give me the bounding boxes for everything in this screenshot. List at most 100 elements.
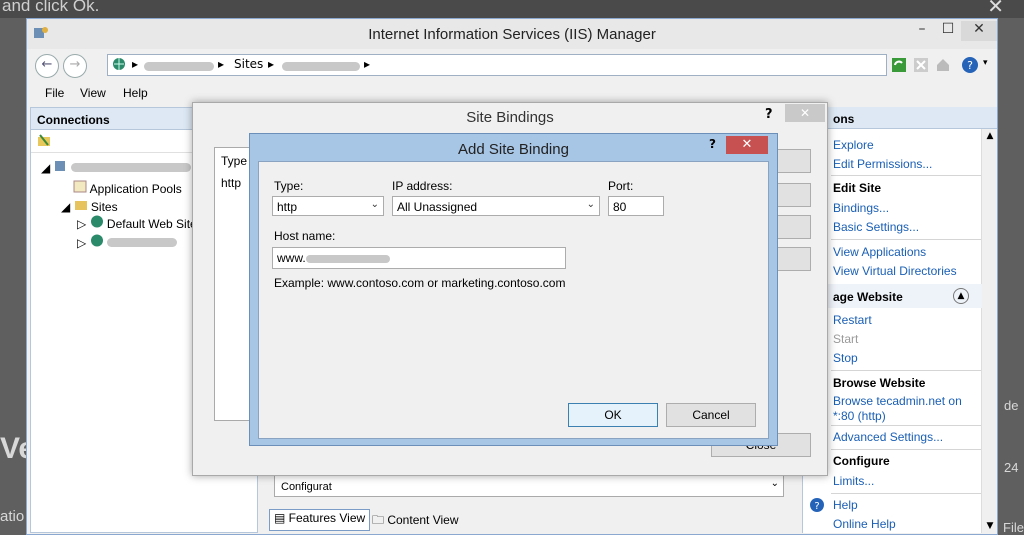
help-dropdown-chevron-icon[interactable]: ▾	[983, 58, 988, 68]
svg-text:?: ?	[967, 59, 973, 72]
ip-address-select[interactable]: All Unassigned ⌄	[392, 196, 600, 216]
section-configure: Configure	[833, 454, 890, 468]
actions-divider	[831, 175, 981, 176]
actions-divider	[831, 370, 981, 371]
bindings-col-type: Type	[221, 154, 248, 168]
minimize-button[interactable]: –	[909, 21, 935, 41]
port-label: Port:	[608, 179, 634, 193]
help-icon[interactable]: ?	[961, 56, 979, 74]
window-title: Internet Information Services (IIS) Mana…	[368, 26, 656, 43]
actions-pane: ons ▲ ▼ Explore Edit Permissions... Edit…	[802, 107, 997, 533]
action-browse-site-line2[interactable]: *:80 (http)	[833, 409, 886, 423]
view-tabs: ▤ Features View 🗀 Content View	[267, 507, 527, 531]
actions-divider	[831, 425, 981, 426]
backdrop-close-icon[interactable]: ✕	[987, 0, 1004, 18]
bindings-row-type[interactable]: http	[221, 176, 241, 190]
action-view-virtual-directories[interactable]: View Virtual Directories	[833, 264, 957, 278]
action-help[interactable]: Help	[833, 498, 858, 512]
address-arrow-2: ▸	[218, 57, 225, 71]
add-binding-body: Type: http ⌄ IP address: All Unassigned …	[258, 161, 769, 439]
collapse-chevron-icon[interactable]: ▲	[953, 288, 969, 304]
refresh-icon[interactable]	[891, 57, 907, 73]
globe-icon	[113, 58, 125, 70]
action-advanced-settings[interactable]: Advanced Settings...	[833, 430, 943, 444]
backdrop-text-fragment: atio	[0, 508, 25, 525]
folder-icon	[74, 201, 87, 210]
window-titlebar: Internet Information Services (IIS) Mana…	[27, 19, 997, 49]
section-manage-website: age Website	[833, 290, 903, 304]
help-icon: ?	[810, 498, 824, 512]
backdrop-text-fragment-file: File	[1003, 520, 1024, 535]
home-icon[interactable]	[935, 57, 951, 73]
menu-help[interactable]: Help	[123, 86, 148, 100]
menu-view[interactable]: View	[80, 86, 106, 100]
backdrop-text-fragment-24: 24	[1004, 460, 1019, 475]
svg-text:?: ?	[814, 501, 819, 512]
address-bar[interactable]: ▸ ▸ Sites ▸ ▸	[107, 54, 887, 76]
tab-features-view[interactable]: ▤ Features View	[269, 509, 371, 531]
maximize-button[interactable]: ☐	[935, 21, 961, 41]
host-name-label: Host name:	[274, 229, 336, 243]
action-online-help[interactable]: Online Help	[833, 517, 896, 531]
action-bindings[interactable]: Bindings...	[833, 201, 889, 215]
tab-content-view[interactable]: 🗀 Content View	[367, 509, 464, 531]
address-arrow-3: ▸	[268, 57, 275, 71]
host-example-text: Example: www.contoso.com or marketing.co…	[274, 276, 566, 290]
globe-icon	[90, 234, 103, 247]
cancel-button[interactable]: Cancel	[666, 403, 756, 427]
close-button[interactable]: ✕	[961, 21, 997, 41]
ip-address-label: IP address:	[392, 179, 453, 193]
app-pool-icon	[73, 180, 87, 193]
backdrop-instruction-text: and click Ok.	[2, 0, 100, 15]
type-select[interactable]: http ⌄	[272, 196, 384, 216]
actions-divider	[831, 449, 981, 450]
address-segment-sites[interactable]: Sites	[234, 57, 263, 71]
address-arrow-1: ▸	[132, 57, 139, 71]
section-edit-site: Edit Site	[833, 181, 882, 195]
tree-redacted-site[interactable]: ▷	[77, 234, 177, 250]
address-toolbar: ← → ▸ ▸ Sites ▸ ▸ ? ▾	[27, 49, 997, 81]
ok-button[interactable]: OK	[568, 403, 658, 427]
action-limits[interactable]: Limits...	[833, 474, 874, 488]
tree-default-site[interactable]: ▷ Default Web Site	[77, 215, 197, 231]
action-view-applications[interactable]: View Applications	[833, 245, 926, 259]
configuration-combo[interactable]: Configurat ⌄	[274, 475, 784, 497]
server-icon	[54, 161, 65, 171]
tree-sites[interactable]: ◢ Sites	[61, 198, 118, 214]
host-name-input[interactable]: www.	[272, 247, 566, 269]
site-bindings-help-button[interactable]: ?	[765, 107, 773, 122]
add-binding-title: Add Site Binding	[458, 141, 569, 158]
section-browse-website: Browse Website	[833, 376, 926, 390]
forward-button[interactable]: →	[63, 54, 87, 78]
add-site-binding-dialog: Add Site Binding ? ✕ Type: http ⌄ IP add…	[249, 133, 778, 446]
port-input[interactable]: 80	[608, 196, 664, 216]
action-explore[interactable]: Explore	[833, 138, 874, 152]
scroll-down-icon[interactable]: ▼	[982, 521, 997, 531]
actions-title: ons	[803, 107, 997, 129]
stop-icon[interactable]	[913, 57, 929, 73]
backdrop-text-fragment-de: de	[1004, 398, 1019, 413]
tree-server-node[interactable]: ◢	[41, 160, 191, 175]
address-server-redacted	[144, 60, 214, 74]
menu-file[interactable]: File	[45, 86, 64, 100]
action-edit-permissions[interactable]: Edit Permissions...	[833, 157, 932, 171]
action-basic-settings[interactable]: Basic Settings...	[833, 220, 919, 234]
app-pools-label: Application Pools	[89, 182, 182, 196]
action-browse-site-line1[interactable]: Browse tecadmin.net on	[833, 394, 962, 408]
address-site-redacted	[282, 60, 360, 74]
tree-app-pools[interactable]: Application Pools	[73, 180, 182, 196]
backdrop-top: and click Ok.	[0, 0, 1024, 18]
add-binding-close-button[interactable]: ✕	[726, 136, 768, 154]
new-connection-icon[interactable]	[37, 134, 51, 148]
chevron-down-icon: ⌄	[770, 478, 779, 489]
add-binding-help-button[interactable]: ?	[709, 137, 716, 151]
action-stop[interactable]: Stop	[833, 351, 858, 365]
scroll-up-icon[interactable]: ▲	[982, 131, 997, 141]
site-bindings-close-icon[interactable]: ✕	[785, 104, 825, 122]
chevron-down-icon: ⌄	[586, 199, 595, 210]
address-arrow-4: ▸	[364, 57, 371, 71]
actions-scrollbar[interactable]: ▲ ▼	[981, 129, 997, 533]
back-button[interactable]: ←	[35, 54, 59, 78]
actions-divider	[831, 493, 981, 494]
action-restart[interactable]: Restart	[833, 313, 872, 327]
